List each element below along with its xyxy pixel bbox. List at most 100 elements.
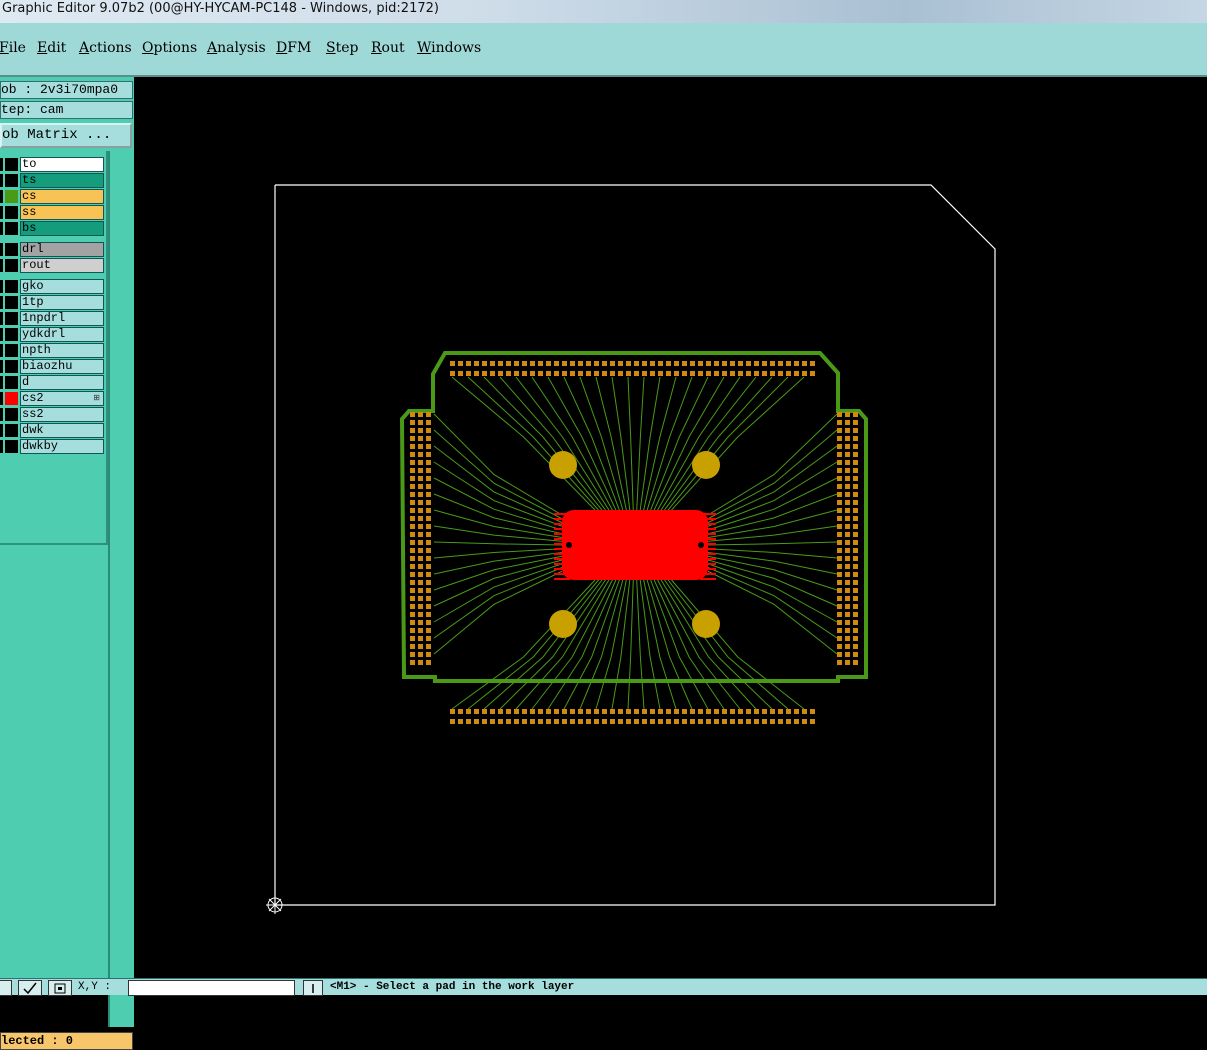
layer-checkbox[interactable] (0, 376, 3, 389)
layer-name: ss (20, 205, 104, 220)
layer-checkbox[interactable] (0, 174, 3, 187)
pad (845, 636, 850, 641)
layer-row-npth[interactable]: npth (0, 343, 104, 358)
layer-row-gko[interactable]: gko (0, 279, 104, 294)
pad (845, 660, 850, 665)
pad (754, 361, 759, 366)
trace (433, 563, 563, 623)
pad (837, 452, 842, 457)
work-layer-marker-icon: ⊞ (93, 393, 100, 402)
layer-row-to[interactable]: to (0, 157, 104, 172)
pad (853, 532, 858, 537)
layer-checkbox[interactable] (0, 344, 3, 357)
layer-row-rout[interactable]: rout (0, 258, 104, 273)
pad (410, 636, 415, 641)
layer-checkbox[interactable] (0, 158, 3, 171)
pad (666, 709, 671, 714)
menu-dfm[interactable]: DFM (276, 40, 311, 56)
pad (642, 361, 647, 366)
trace (660, 579, 757, 710)
pad (482, 719, 487, 724)
pad (674, 361, 679, 366)
layer-row-1npdrl[interactable]: 1npdrl (0, 311, 104, 326)
pad (410, 604, 415, 609)
layer-color-swatch (5, 280, 18, 293)
layer-row-cs2[interactable]: cs2 ⊞ (0, 391, 104, 406)
pad (482, 361, 487, 366)
pad (538, 719, 543, 724)
die-finger (554, 563, 570, 565)
pad (410, 468, 415, 473)
pcb-view[interactable] (134, 77, 1207, 978)
layer-row-cs[interactable]: cs (0, 189, 104, 204)
layer-checkbox[interactable] (0, 206, 3, 219)
layer-row-biaozhu[interactable]: biaozhu (0, 359, 104, 374)
pad (794, 719, 799, 724)
layer-row-ss[interactable]: ss (0, 205, 104, 220)
layer-checkbox[interactable] (0, 280, 3, 293)
layer-row-dwkby[interactable]: dwkby (0, 439, 104, 454)
pad (853, 476, 858, 481)
pad (418, 428, 423, 433)
layer-checkbox[interactable] (0, 424, 3, 437)
pad (602, 371, 607, 376)
layer-checkbox[interactable] (0, 328, 3, 341)
menu-actions[interactable]: Actions (79, 40, 132, 56)
pad (418, 420, 423, 425)
pad (418, 548, 423, 553)
pad (802, 371, 807, 376)
pad (514, 371, 519, 376)
pad (853, 644, 858, 649)
menu-edit[interactable]: Edit (37, 40, 66, 56)
pad (410, 540, 415, 545)
menu-rout[interactable]: Rout (371, 40, 405, 56)
work-layer-die-pad (562, 510, 708, 580)
pad (845, 412, 850, 417)
pad (410, 572, 415, 577)
layer-checkbox[interactable] (0, 312, 3, 325)
layer-row-bs[interactable]: bs (0, 221, 104, 236)
menu-analysis[interactable]: Analysis (207, 40, 266, 56)
pad (738, 361, 743, 366)
pad (698, 371, 703, 376)
pad (845, 508, 850, 513)
layer-list-scrollbar[interactable] (108, 151, 134, 1027)
layer-checkbox[interactable] (0, 360, 3, 373)
layer-row-drl[interactable]: drl (0, 242, 104, 257)
pad (837, 420, 842, 425)
layer-checkbox[interactable] (0, 222, 3, 235)
layer-checkbox[interactable] (0, 259, 3, 272)
pad (410, 452, 415, 457)
layer-row-ts[interactable]: ts (0, 173, 104, 188)
pad (853, 516, 858, 521)
pad (722, 719, 727, 724)
pad (490, 371, 495, 376)
layer-checkbox[interactable] (0, 243, 3, 256)
layer-row-ss2[interactable]: ss2 (0, 407, 104, 422)
pad (410, 548, 415, 553)
layer-checkbox[interactable] (0, 408, 3, 421)
layer-checkbox[interactable] (0, 296, 3, 309)
graphic-canvas[interactable] (134, 77, 1207, 978)
menu-file[interactable]: File (0, 40, 26, 56)
pad (730, 709, 735, 714)
die-finger (700, 528, 716, 530)
pad (578, 709, 583, 714)
layer-row-dwk[interactable]: dwk (0, 423, 104, 438)
layer-checkbox[interactable] (0, 190, 3, 203)
menu-options[interactable]: Options (142, 40, 197, 56)
layer-name: cs (20, 189, 104, 204)
die-finger (700, 518, 716, 520)
layer-row-d[interactable]: d (0, 375, 104, 390)
layer-checkbox[interactable] (0, 392, 3, 405)
menu-step[interactable]: Step (326, 40, 358, 56)
job-matrix-button[interactable]: ob Matrix ... (0, 123, 132, 148)
layer-checkbox[interactable] (0, 440, 3, 453)
layer-row-1tp[interactable]: 1tp (0, 295, 104, 310)
pad (418, 436, 423, 441)
die-finger (700, 538, 716, 540)
pad (426, 420, 431, 425)
layer-row-ydkdrl[interactable]: ydkdrl (0, 327, 104, 342)
pad (738, 371, 743, 376)
menu-windows[interactable]: Windows (417, 40, 481, 56)
